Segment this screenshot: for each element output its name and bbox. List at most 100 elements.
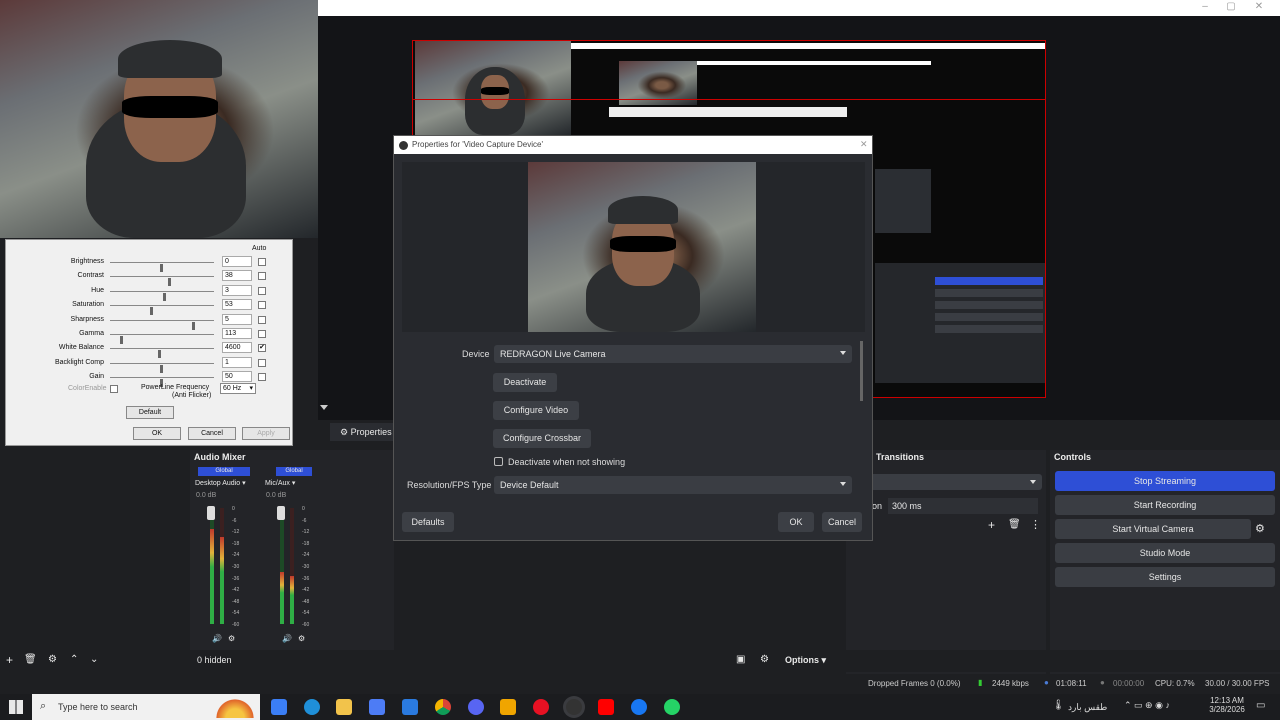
controls-title: Controls: [1054, 452, 1091, 462]
auto-checkbox[interactable]: [258, 315, 266, 324]
move-down-icon[interactable]: ⌄: [90, 654, 98, 665]
auto-checkbox[interactable]: [258, 272, 266, 281]
scrollbar[interactable]: [860, 341, 863, 401]
properties-tab[interactable]: ⚙ Properties: [330, 423, 394, 441]
setting-slider[interactable]: [110, 348, 214, 359]
obs-taskbar-icon[interactable]: [566, 699, 582, 715]
folder-icon[interactable]: [336, 699, 352, 715]
speaker-icon[interactable]: 🔊: [282, 634, 292, 643]
apply-button[interactable]: Apply: [242, 427, 290, 440]
setting-value[interactable]: 0: [222, 256, 252, 267]
virtual-camera-settings-icon[interactable]: ⚙: [1255, 522, 1265, 535]
setting-value[interactable]: 4600: [222, 342, 252, 354]
setting-value[interactable]: 3: [222, 284, 252, 296]
volume-fader[interactable]: [207, 506, 215, 520]
start-recording-button[interactable]: Start Recording: [1055, 495, 1275, 515]
taskbar-clock[interactable]: 12:13 AM 3/28/2026: [1208, 696, 1246, 714]
setting-slider[interactable]: [110, 362, 214, 373]
vu-meter: [280, 508, 284, 624]
stop-streaming-button[interactable]: Stop Streaming: [1055, 471, 1275, 491]
setting-slider[interactable]: [110, 276, 214, 287]
transitions-title: Transitions: [876, 452, 925, 462]
setting-slider[interactable]: [110, 290, 214, 301]
auto-checkbox[interactable]: ✔: [258, 344, 266, 353]
options-button[interactable]: Options ▾: [785, 655, 826, 666]
settings-button[interactable]: Settings: [1055, 567, 1275, 587]
color-enable-checkbox[interactable]: [110, 385, 118, 393]
setting-value[interactable]: 53: [222, 299, 252, 311]
setting-slider[interactable]: [110, 377, 214, 388]
live-icon: ●: [1044, 678, 1049, 687]
channel-name[interactable]: Mic/Aux ▾: [265, 479, 295, 487]
youtube-icon[interactable]: [598, 699, 614, 715]
setting-value[interactable]: 113: [222, 328, 252, 339]
transition-select[interactable]: [846, 474, 1042, 490]
maximize-icon[interactable]: ▢: [1224, 1, 1238, 13]
deactivate-button[interactable]: Deactivate: [493, 373, 557, 392]
speaker-icon[interactable]: 🔊: [212, 634, 222, 643]
deactivate-when-checkbox[interactable]: [494, 457, 503, 466]
add-scene-icon[interactable]: +: [6, 653, 13, 667]
trash-icon[interactable]: 🗑: [1008, 519, 1021, 530]
scene-settings-icon[interactable]: ⚙: [48, 654, 57, 665]
store-icon[interactable]: [369, 699, 385, 715]
facebook-icon[interactable]: [631, 699, 647, 715]
setting-value[interactable]: 5: [222, 313, 252, 325]
whatsapp-icon[interactable]: [664, 699, 680, 715]
tray-icons[interactable]: ⌃ ▭ ⊕ ◉ ♪: [1124, 700, 1170, 711]
auto-checkbox[interactable]: [258, 301, 266, 310]
status-bar: Dropped Frames 0 (0.0%) ▮ 2449 kbps ● 01…: [0, 674, 1280, 694]
resfps-select[interactable]: Device Default: [494, 476, 852, 494]
setting-value[interactable]: 38: [222, 270, 252, 282]
fps: 30.00 / 30.00 FPS: [1205, 679, 1270, 688]
auto-checkbox[interactable]: [258, 286, 266, 295]
setting-slider[interactable]: [110, 319, 214, 330]
powerline-select[interactable]: 60 Hz ▾: [220, 383, 256, 394]
auto-checkbox[interactable]: [258, 330, 266, 338]
volume-fader[interactable]: [277, 506, 285, 520]
dialog-cancel-button[interactable]: Cancel: [822, 512, 862, 532]
configure-video-button[interactable]: Configure Video: [493, 401, 579, 420]
setting-slider[interactable]: [110, 262, 214, 272]
copilot-icon[interactable]: [271, 699, 287, 715]
mail-icon[interactable]: [402, 699, 418, 715]
move-up-icon[interactable]: ⌃: [70, 654, 78, 665]
discord-icon[interactable]: [468, 699, 484, 715]
duration-input[interactable]: 300 ms: [888, 498, 1038, 514]
setting-value[interactable]: 50: [222, 371, 252, 383]
setting-slider[interactable]: [110, 334, 214, 344]
chrome-icon[interactable]: [435, 699, 451, 715]
start-virtual-camera-button[interactable]: Start Virtual Camera: [1055, 519, 1251, 539]
default-button[interactable]: Default: [126, 406, 174, 419]
studio-mode-button[interactable]: Studio Mode: [1055, 543, 1275, 563]
dialog-close-icon[interactable]: ✕: [860, 139, 868, 150]
minimize-icon[interactable]: –: [1198, 1, 1212, 13]
edge-icon[interactable]: [304, 699, 320, 715]
setting-value[interactable]: 1: [222, 356, 252, 368]
add-transition-icon[interactable]: +: [988, 518, 995, 532]
auto-checkbox[interactable]: [258, 373, 266, 382]
defaults-button[interactable]: Defaults: [402, 512, 454, 532]
mixer-settings-icon[interactable]: ⚙: [760, 654, 769, 665]
notification-icon[interactable]: ▭: [1256, 700, 1265, 711]
channel-settings-icon[interactable]: ⚙: [298, 634, 305, 643]
setting-slider[interactable]: [110, 305, 214, 316]
channel-name[interactable]: Desktop Audio ▾: [195, 479, 246, 487]
auto-checkbox[interactable]: [258, 358, 266, 367]
layout-icon[interactable]: ▣: [736, 654, 745, 665]
dialog-ok-button[interactable]: OK: [778, 512, 814, 532]
app-icon[interactable]: [500, 699, 516, 715]
windows-start-icon[interactable]: [9, 700, 23, 714]
cancel-button[interactable]: Cancel: [188, 427, 236, 440]
channel-settings-icon[interactable]: ⚙: [228, 634, 235, 643]
configure-crossbar-button[interactable]: Configure Crossbar: [493, 429, 591, 448]
more-icon[interactable]: ⋮: [1030, 518, 1041, 531]
opera-icon[interactable]: [533, 699, 549, 715]
preview-dropdown-icon[interactable]: [320, 405, 328, 410]
setting-label: Saturation: [72, 301, 104, 309]
auto-checkbox[interactable]: [258, 258, 266, 266]
device-select[interactable]: REDRAGON Live Camera: [494, 345, 852, 363]
remove-scene-icon[interactable]: 🗑: [24, 654, 37, 665]
close-icon[interactable]: ✕: [1252, 1, 1266, 13]
ok-button[interactable]: OK: [133, 427, 181, 440]
